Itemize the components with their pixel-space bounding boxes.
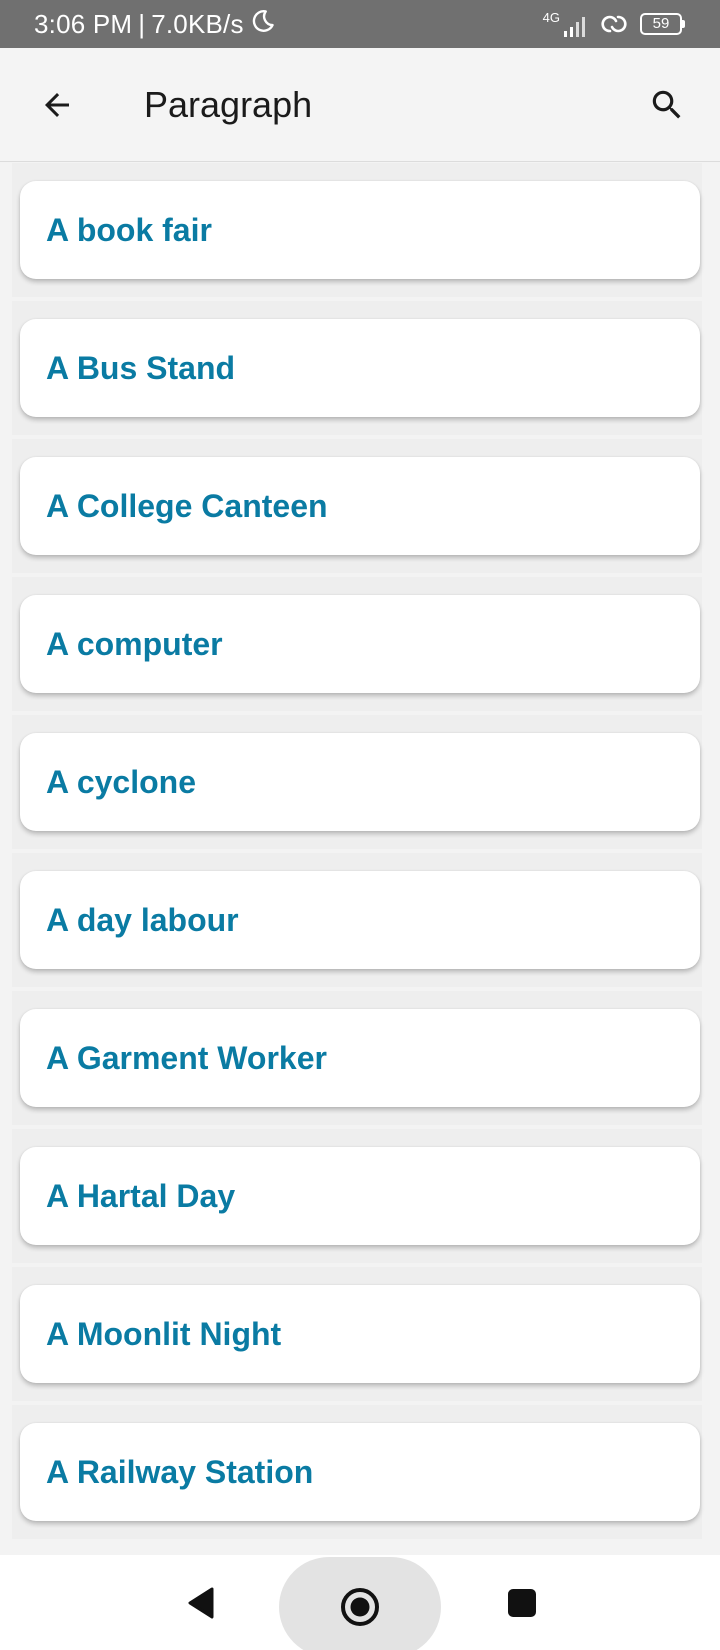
paragraph-list: A book fair A Bus Stand A College Cantee… bbox=[0, 163, 720, 1555]
list-item-card[interactable]: A day labour bbox=[20, 871, 700, 969]
list-item-label: A book fair bbox=[46, 212, 212, 248]
list-item-card[interactable]: A computer bbox=[20, 595, 700, 693]
network-type-label: 4G bbox=[542, 9, 560, 25]
battery-icon: 59 bbox=[640, 13, 686, 35]
list-item: A Railway Station bbox=[12, 1405, 702, 1539]
list-item: A College Canteen bbox=[12, 439, 702, 573]
list-item: A book fair bbox=[12, 163, 702, 297]
list-item-label: A Bus Stand bbox=[46, 350, 236, 386]
list-item-label: A cyclone bbox=[46, 764, 196, 800]
list-item-card[interactable]: A Railway Station bbox=[20, 1423, 700, 1521]
status-left: 3:06 PM | 7.0KB/s bbox=[34, 8, 276, 41]
nav-recent-button[interactable] bbox=[496, 1577, 548, 1629]
list-item-card[interactable]: A book fair bbox=[20, 181, 700, 279]
list-item: A cyclone bbox=[12, 715, 702, 849]
network-type-indicator: 4G bbox=[543, 11, 588, 38]
status-right: 4G 59 bbox=[543, 11, 686, 38]
list-item: A Bus Stand bbox=[12, 301, 702, 435]
search-button[interactable] bbox=[640, 78, 694, 132]
list-item-card[interactable]: A Garment Worker bbox=[20, 1009, 700, 1107]
square-recent-icon bbox=[508, 1589, 536, 1617]
status-time: 3:06 PM bbox=[34, 8, 133, 39]
arrow-left-icon bbox=[45, 93, 69, 117]
link-icon bbox=[598, 12, 630, 36]
status-separator: | bbox=[138, 8, 146, 39]
battery-level: 59 bbox=[652, 15, 670, 32]
list-item-label: A Railway Station bbox=[46, 1454, 314, 1490]
back-button[interactable] bbox=[30, 78, 84, 132]
list-item-label: A College Canteen bbox=[46, 488, 328, 524]
status-network-speed: 7.0KB/s bbox=[151, 8, 244, 39]
page-title: Paragraph bbox=[144, 84, 313, 125]
list-item: A day labour bbox=[12, 853, 702, 987]
list-item-card[interactable]: A Hartal Day bbox=[20, 1147, 700, 1245]
app-bar: Paragraph bbox=[0, 48, 720, 162]
list-item-label: A Garment Worker bbox=[46, 1040, 327, 1076]
list-item-label: A computer bbox=[46, 626, 223, 662]
list-item-label: A day labour bbox=[46, 902, 239, 938]
list-item-card[interactable]: A College Canteen bbox=[20, 457, 700, 555]
signal-bars-icon bbox=[564, 16, 585, 37]
nav-back-button[interactable] bbox=[175, 1577, 227, 1629]
triangle-back-icon bbox=[188, 1587, 214, 1619]
circle-home-icon bbox=[341, 1588, 379, 1626]
list-item: A Moonlit Night bbox=[12, 1267, 702, 1401]
nav-home-button[interactable] bbox=[279, 1557, 441, 1650]
list-item-card[interactable]: A cyclone bbox=[20, 733, 700, 831]
moon-icon bbox=[250, 8, 276, 41]
system-nav-bar bbox=[0, 1555, 720, 1650]
search-icon bbox=[652, 90, 681, 119]
list-item: A Garment Worker bbox=[12, 991, 702, 1125]
list-item: A Hartal Day bbox=[12, 1129, 702, 1263]
list-item-label: A Moonlit Night bbox=[46, 1316, 282, 1352]
list-item-card[interactable]: A Moonlit Night bbox=[20, 1285, 700, 1383]
status-bar: 3:06 PM | 7.0KB/s 4G 59 bbox=[0, 0, 720, 48]
list-item-card[interactable]: A Bus Stand bbox=[20, 319, 700, 417]
list-item: A computer bbox=[12, 577, 702, 711]
list-item-label: A Hartal Day bbox=[46, 1178, 236, 1214]
